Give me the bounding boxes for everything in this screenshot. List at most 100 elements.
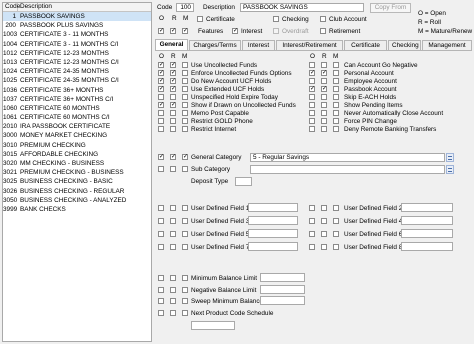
features-m-checkbox[interactable] — [182, 28, 188, 34]
club-account-checkbox[interactable] — [320, 16, 326, 22]
list-item[interactable]: 3010 PREMIUM CHECKING — [3, 141, 151, 150]
udf-r-checkbox[interactable] — [170, 244, 176, 250]
sub-category-m-checkbox[interactable] — [182, 166, 188, 172]
udf-m-checkbox[interactable] — [333, 244, 339, 250]
sub-category-o-checkbox[interactable] — [158, 166, 164, 172]
limit-field[interactable] — [260, 273, 305, 282]
tab-general[interactable]: General — [155, 39, 188, 50]
udf-o-checkbox[interactable] — [158, 218, 164, 224]
limit-m-checkbox[interactable] — [182, 309, 188, 316]
tab-interest-retirement[interactable]: Interest/Retirement — [276, 40, 343, 50]
features-r-checkbox[interactable] — [170, 28, 176, 34]
general-category-r-checkbox[interactable] — [170, 154, 176, 160]
limit-m-checkbox[interactable] — [182, 298, 188, 304]
option-r-checkbox[interactable] — [170, 110, 176, 116]
option-r-checkbox[interactable] — [321, 118, 327, 124]
option-o-checkbox[interactable] — [158, 86, 164, 92]
list-item[interactable]: 1003 CERTIFICATE 3 - 11 MONTHS — [3, 30, 151, 39]
list-item[interactable]: 3000 MONEY MARKET CHECKING — [3, 131, 151, 140]
udf-r-checkbox[interactable] — [321, 231, 327, 237]
option-r-checkbox[interactable] — [321, 62, 327, 68]
option-m-checkbox[interactable] — [182, 86, 188, 92]
udf-r-checkbox[interactable] — [170, 231, 176, 237]
list-item[interactable]: 3026 BUSINESS CHECKING - REGULAR — [3, 187, 151, 196]
udf-field[interactable] — [401, 229, 453, 238]
option-r-checkbox[interactable] — [321, 78, 327, 84]
option-m-checkbox[interactable] — [182, 126, 188, 132]
udf-o-checkbox[interactable] — [309, 244, 315, 250]
udf-m-checkbox[interactable] — [182, 231, 188, 237]
option-m-checkbox[interactable] — [333, 86, 339, 92]
list-item[interactable]: 3999 BANK CHECKS — [3, 205, 151, 214]
retirement-checkbox[interactable] — [320, 28, 326, 34]
option-r-checkbox[interactable] — [170, 62, 176, 68]
limit-field[interactable] — [260, 284, 305, 294]
option-m-checkbox[interactable] — [182, 70, 188, 76]
udf-r-checkbox[interactable] — [170, 218, 176, 224]
next-product-code-field[interactable] — [191, 321, 235, 330]
udf-m-checkbox[interactable] — [182, 218, 188, 224]
limit-m-checkbox[interactable] — [182, 275, 188, 281]
udf-o-checkbox[interactable] — [158, 205, 164, 211]
option-o-checkbox[interactable] — [309, 86, 315, 92]
limit-r-checkbox[interactable] — [170, 309, 176, 316]
option-m-checkbox[interactable] — [333, 110, 339, 116]
list-item[interactable]: 1 PASSBOOK SAVINGS — [3, 12, 151, 22]
option-r-checkbox[interactable] — [321, 70, 327, 76]
option-o-checkbox[interactable] — [158, 78, 164, 84]
tab-certificate[interactable]: Certificate — [344, 40, 387, 50]
option-m-checkbox[interactable] — [333, 126, 339, 132]
sub-category-field[interactable] — [250, 165, 445, 174]
list-item[interactable]: 1004 CERTIFICATE 3 - 11 MONTHS C/I — [3, 40, 151, 49]
option-r-checkbox[interactable] — [321, 86, 327, 92]
option-m-checkbox[interactable] — [182, 110, 188, 116]
udf-field[interactable] — [401, 216, 453, 225]
option-r-checkbox[interactable] — [170, 70, 176, 76]
udf-r-checkbox[interactable] — [321, 205, 327, 211]
general-category-o-checkbox[interactable] — [158, 154, 164, 160]
tab-interest[interactable]: Interest — [242, 40, 275, 50]
option-m-checkbox[interactable] — [182, 78, 188, 84]
tab-charges-terms[interactable]: Charges/Terms — [189, 40, 241, 50]
option-o-checkbox[interactable] — [309, 78, 315, 84]
udf-r-checkbox[interactable] — [170, 205, 176, 211]
option-m-checkbox[interactable] — [333, 102, 339, 108]
list-item[interactable]: 1036 CERTIFICATE 36+ MONTHS — [3, 86, 151, 95]
overdraft-checkbox[interactable] — [273, 28, 279, 34]
description-field[interactable]: PASSBOOK SAVINGS — [240, 3, 364, 12]
udf-field[interactable] — [248, 229, 298, 238]
product-code-list[interactable]: Code Description 1 PASSBOOK SAVINGS 200 PAS… — [2, 2, 152, 342]
option-r-checkbox[interactable] — [170, 126, 176, 132]
limit-o-checkbox[interactable] — [158, 309, 164, 316]
udf-o-checkbox[interactable] — [309, 231, 315, 237]
list-item[interactable]: 200 PASSBOOK PLUS SAVINGS — [3, 21, 151, 30]
limit-field[interactable] — [260, 296, 305, 305]
limit-r-checkbox[interactable] — [170, 298, 176, 304]
udf-o-checkbox[interactable] — [309, 205, 315, 211]
option-o-checkbox[interactable] — [158, 102, 164, 108]
option-m-checkbox[interactable] — [333, 78, 339, 84]
tab-management[interactable]: Management — [422, 40, 472, 50]
option-o-checkbox[interactable] — [309, 94, 315, 100]
column-header-description[interactable]: Description — [18, 3, 151, 11]
udf-m-checkbox[interactable] — [182, 244, 188, 250]
udf-m-checkbox[interactable] — [333, 205, 339, 211]
option-o-checkbox[interactable] — [309, 62, 315, 68]
udf-field[interactable] — [401, 242, 453, 251]
list-item[interactable]: 2010 IRA PASSBOOK CERTIFICATE — [3, 122, 151, 131]
list-item[interactable]: 1024 CERTIFICATE 24-35 MONTHS — [3, 67, 151, 76]
option-o-checkbox[interactable] — [309, 126, 315, 132]
option-r-checkbox[interactable] — [321, 110, 327, 116]
deposit-type-field[interactable] — [235, 177, 252, 186]
option-m-checkbox[interactable] — [182, 118, 188, 124]
list-item[interactable]: 3021 PREMIUM CHECKING - BUSINESS — [3, 168, 151, 177]
copy-from-button[interactable]: Copy From — [370, 3, 411, 13]
udf-o-checkbox[interactable] — [309, 218, 315, 224]
option-o-checkbox[interactable] — [158, 126, 164, 132]
column-header-code[interactable]: Code — [3, 3, 20, 11]
option-o-checkbox[interactable] — [309, 102, 315, 108]
list-item[interactable]: 1037 CERTIFICATE 36+ MONTHS C/I — [3, 95, 151, 104]
limit-r-checkbox[interactable] — [170, 286, 176, 293]
list-item[interactable]: 1060 CERTIFICATE 60 MONTHS — [3, 104, 151, 113]
list-item[interactable]: 1012 CERTIFICATE 12-23 MONTHS — [3, 49, 151, 58]
